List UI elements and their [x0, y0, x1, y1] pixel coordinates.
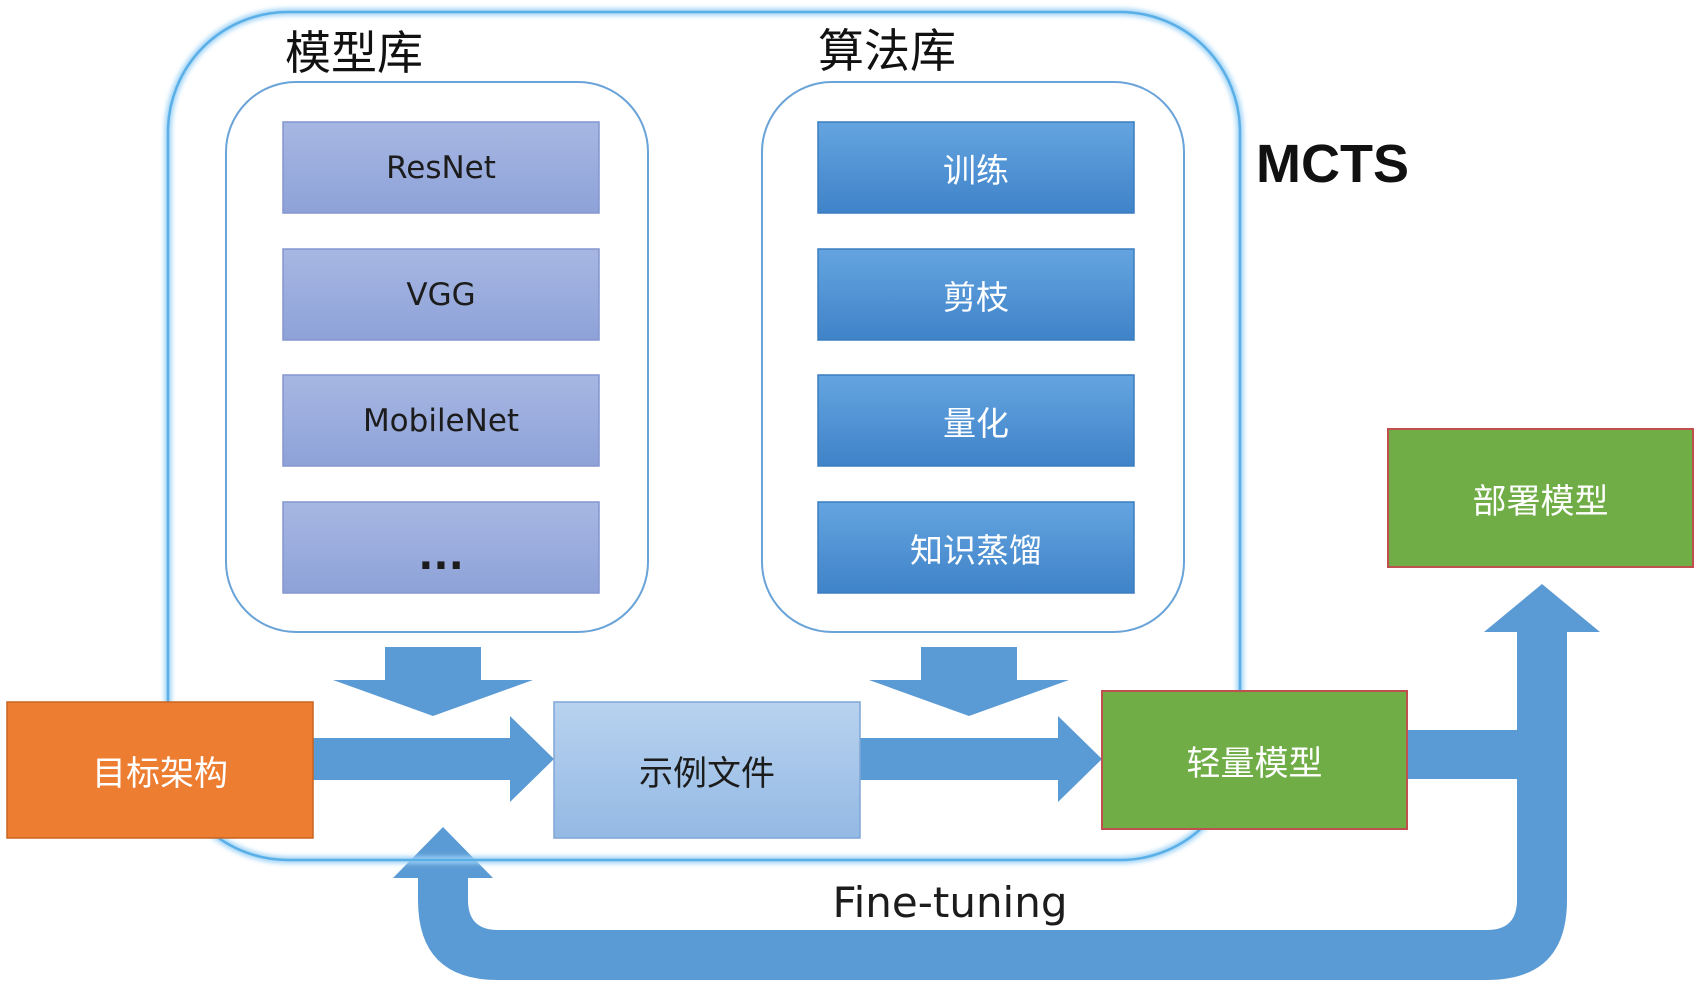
- mcts-label: MCTS: [1256, 134, 1409, 194]
- model-item-label: VGG: [406, 276, 476, 313]
- target-architecture-label: 目标架构: [92, 753, 228, 794]
- example-to-lightweight-arrow: [858, 716, 1102, 802]
- model-item-label: ResNet: [386, 149, 496, 186]
- algo-item-label: 剪枝: [943, 277, 1009, 317]
- target-to-example-arrow: [312, 716, 554, 802]
- model-item-label: ...: [418, 532, 464, 579]
- fine-tuning-label: Fine-tuning: [832, 877, 1068, 927]
- model-library-down-arrow: [333, 647, 533, 716]
- algo-item-label: 训练: [943, 150, 1009, 190]
- example-file-label: 示例文件: [639, 753, 775, 794]
- model-library-title: 模型库: [285, 26, 423, 80]
- deploy-model-label: 部署模型: [1472, 481, 1609, 522]
- algo-item-label: 量化: [943, 403, 1009, 443]
- algorithm-library-down-arrow: [869, 647, 1069, 716]
- lightweight-model-label: 轻量模型: [1186, 743, 1323, 784]
- lightweight-to-deploy-arrow: [1405, 584, 1600, 779]
- algorithm-library-title: 算法库: [818, 24, 956, 78]
- model-item-label: MobileNet: [362, 402, 520, 439]
- algo-item-label: 知识蒸馏: [910, 530, 1042, 570]
